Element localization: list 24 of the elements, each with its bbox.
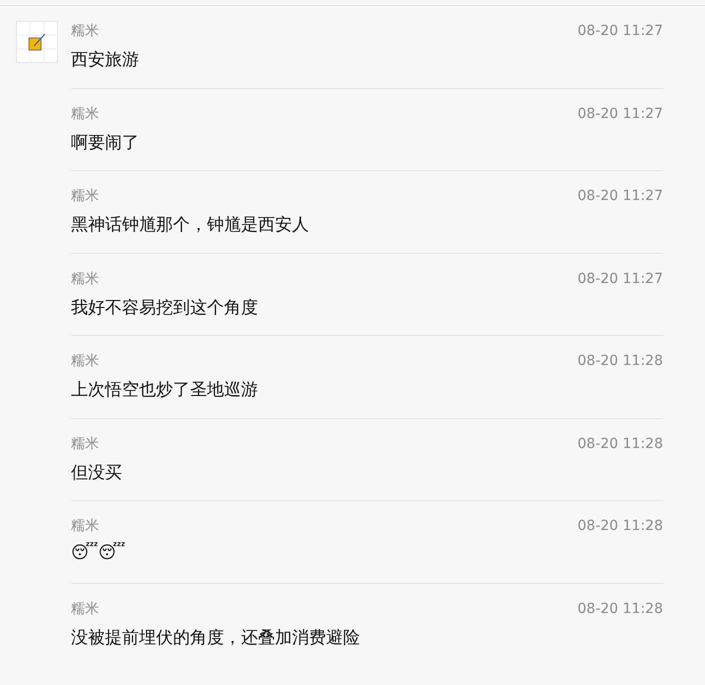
sender-name: 糯米 xyxy=(71,517,99,535)
message-text: 我好不容易挖到这个角度 xyxy=(71,296,258,318)
message-text: 😴😴 xyxy=(71,543,126,563)
message-time: 08-20 11:28 xyxy=(578,518,663,534)
sender-name: 糯米 xyxy=(71,270,99,288)
message-text: 上次悟空也炒了圣地巡游 xyxy=(71,379,258,401)
message-time: 08-20 11:27 xyxy=(578,23,663,39)
message-text: 没被提前埋伏的角度，还叠加消费避险 xyxy=(71,626,360,648)
sender-name: 糯米 xyxy=(71,104,99,122)
sender-name: 糯米 xyxy=(71,22,99,40)
message-time: 08-20 11:27 xyxy=(578,270,663,286)
sender-name: 糯米 xyxy=(71,352,99,370)
sender-name: 糯米 xyxy=(71,434,99,452)
message-time: 08-20 11:28 xyxy=(578,600,663,616)
message-text: 黑神话钟馗那个，钟馗是西安人 xyxy=(71,214,309,236)
message-time: 08-20 11:27 xyxy=(578,188,663,204)
message-text: 啊要闹了 xyxy=(71,132,139,154)
message-time: 08-20 11:28 xyxy=(578,353,663,369)
message-text: 但没买 xyxy=(71,462,122,484)
sender-name: 糯米 xyxy=(71,187,99,205)
message-time: 08-20 11:28 xyxy=(578,436,663,452)
message-time: 08-20 11:27 xyxy=(578,106,663,122)
message-text: 西安旅游 xyxy=(71,49,139,71)
sender-name: 糯米 xyxy=(71,600,99,618)
